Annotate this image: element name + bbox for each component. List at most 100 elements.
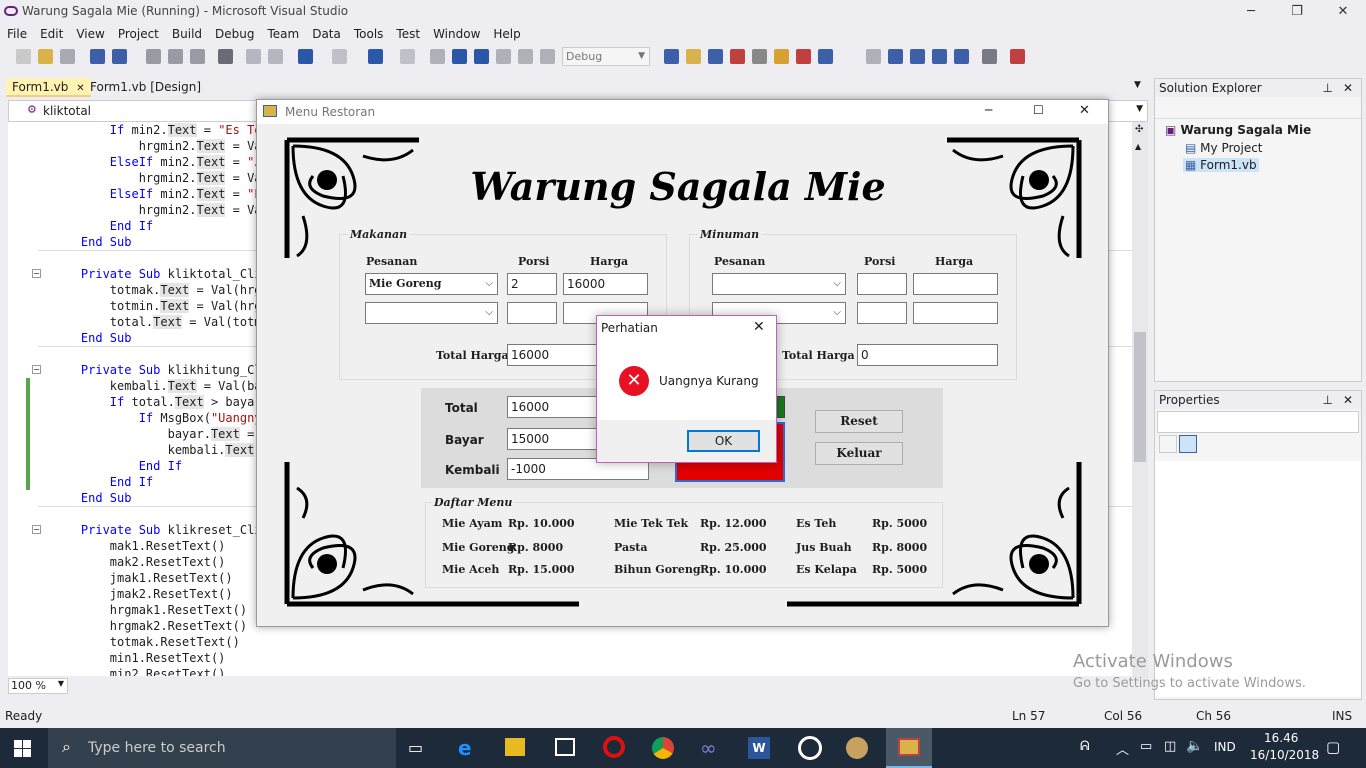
- ok-button[interactable]: OK: [687, 430, 760, 452]
- people-icon[interactable]: ᕱ: [1080, 739, 1090, 754]
- editor-scrollbar[interactable]: ✣ ▲: [1132, 122, 1148, 678]
- language-indicator[interactable]: IND: [1214, 740, 1236, 754]
- menu-data[interactable]: Data: [305, 24, 347, 43]
- layout-icon[interactable]: [910, 49, 925, 64]
- battery-icon[interactable]: ▭: [1140, 739, 1152, 754]
- object-browser-icon[interactable]: [796, 49, 811, 64]
- scroll-thumb[interactable]: [1134, 332, 1146, 462]
- continue-icon[interactable]: [430, 49, 445, 64]
- porsi-makanan-2-input[interactable]: [507, 302, 557, 324]
- makanan-2-select[interactable]: ⌵: [365, 302, 498, 324]
- pin-icon[interactable]: ⊥: [1323, 79, 1333, 97]
- cut-icon[interactable]: [146, 49, 161, 64]
- navigate-back-icon[interactable]: [368, 49, 383, 64]
- zoom-dropdown[interactable]: 100 % ▼: [8, 678, 68, 694]
- clock-date[interactable]: 16/10/2018: [1250, 748, 1319, 762]
- makanan-1-select[interactable]: Mie Goreng ⌵: [365, 273, 498, 295]
- folder-icon[interactable]: [686, 49, 701, 64]
- properties-icon[interactable]: [818, 49, 833, 64]
- porsi-minuman-1-input[interactable]: [857, 273, 907, 295]
- store-icon[interactable]: [555, 738, 575, 756]
- search-box[interactable]: ⌕ Type here to search: [48, 728, 396, 768]
- porsi-makanan-1-input[interactable]: 2: [507, 273, 557, 295]
- menu-help[interactable]: Help: [486, 24, 526, 43]
- config-dropdown[interactable]: Debug ▼: [562, 47, 650, 66]
- harga-minuman-2-input[interactable]: [913, 302, 998, 324]
- breakpoint-icon[interactable]: [1010, 49, 1025, 64]
- harga-makanan-1-input[interactable]: 16000: [563, 273, 648, 295]
- pin-icon[interactable]: ⊥: [1323, 391, 1333, 409]
- tools-icon[interactable]: [752, 49, 767, 64]
- close-icon[interactable]: ✕: [1343, 391, 1353, 409]
- task-view-icon[interactable]: ▭: [408, 738, 423, 757]
- redo-icon[interactable]: [332, 49, 347, 64]
- restore-button[interactable]: ❐: [1274, 0, 1320, 24]
- running-app-button[interactable]: [886, 728, 932, 768]
- toolbox-icon[interactable]: [730, 49, 745, 64]
- form-close-button[interactable]: ✕: [1079, 103, 1090, 118]
- network-icon[interactable]: ◫: [1164, 739, 1176, 754]
- menu-view[interactable]: View: [69, 24, 110, 43]
- class-view-icon[interactable]: [774, 49, 789, 64]
- copy-icon[interactable]: [168, 49, 183, 64]
- notification-icon[interactable]: ▢: [1326, 738, 1340, 756]
- minuman-1-select[interactable]: ⌵: [712, 273, 846, 295]
- file-explorer-icon[interactable]: [505, 738, 525, 756]
- menu-test[interactable]: Test: [389, 24, 426, 43]
- size-icon[interactable]: [932, 49, 947, 64]
- undo-icon[interactable]: [298, 49, 313, 64]
- new-project-icon[interactable]: [16, 49, 31, 64]
- menu-build[interactable]: Build: [165, 24, 208, 43]
- pause-icon[interactable]: [452, 49, 467, 64]
- uncomment-icon[interactable]: [268, 49, 283, 64]
- scroll-up-icon[interactable]: ▲: [1135, 142, 1141, 151]
- categorized-icon[interactable]: [1159, 435, 1177, 453]
- form-minimize-button[interactable]: ─: [985, 103, 992, 117]
- menu-team[interactable]: Team: [260, 24, 305, 43]
- restart-icon[interactable]: [496, 49, 511, 64]
- stop-icon[interactable]: [474, 49, 489, 64]
- close-icon[interactable]: ✕: [1343, 79, 1353, 97]
- navigate-forward-icon[interactable]: [400, 49, 415, 64]
- object-dropdown[interactable]: [1157, 411, 1359, 433]
- collapse-icon[interactable]: −: [32, 365, 41, 374]
- chevron-up-icon[interactable]: ︿: [1116, 739, 1129, 758]
- align-icon[interactable]: [866, 49, 881, 64]
- menu-tools[interactable]: Tools: [347, 24, 390, 43]
- menu-project[interactable]: Project: [111, 24, 165, 43]
- step-over-icon[interactable]: [540, 49, 555, 64]
- clock-time[interactable]: 16.46: [1264, 731, 1298, 745]
- reset-button[interactable]: Reset: [815, 410, 903, 433]
- solution-icon[interactable]: [664, 49, 679, 64]
- harga-minuman-1-input[interactable]: [913, 273, 998, 295]
- attach-icon[interactable]: [982, 49, 997, 64]
- menu-debug[interactable]: Debug: [208, 24, 260, 43]
- add-item-icon[interactable]: [60, 49, 75, 64]
- form-maximize-button[interactable]: ☐: [1033, 103, 1044, 117]
- windows-start-icon[interactable]: [14, 740, 31, 757]
- opera-icon[interactable]: [603, 736, 625, 758]
- format-icon[interactable]: [888, 49, 903, 64]
- tab-form1-vb[interactable]: Form1.vb ✕: [6, 78, 91, 97]
- volume-icon[interactable]: 🔈: [1186, 738, 1203, 754]
- chevron-down-icon[interactable]: ▼: [1136, 104, 1143, 114]
- menu-file[interactable]: File: [0, 24, 33, 43]
- chrome-icon[interactable]: [652, 737, 674, 759]
- app-icon[interactable]: [798, 736, 822, 760]
- tree-item-my-project[interactable]: ▤ My Project: [1185, 141, 1263, 155]
- collapse-icon[interactable]: −: [32, 525, 41, 534]
- porsi-minuman-2-input[interactable]: [857, 302, 907, 324]
- paint-icon[interactable]: [846, 737, 868, 759]
- open-icon[interactable]: [38, 49, 53, 64]
- word-icon[interactable]: W: [748, 737, 770, 759]
- dialog-close-button[interactable]: ✕: [753, 319, 765, 335]
- member-dropdown[interactable]: kliktotal: [43, 104, 91, 118]
- total-harga-minuman-input[interactable]: 0: [857, 344, 998, 366]
- alphabetical-icon[interactable]: [1179, 435, 1197, 453]
- menu-window[interactable]: Window: [426, 24, 486, 43]
- paste-icon[interactable]: [190, 49, 205, 64]
- step-icon[interactable]: [518, 49, 533, 64]
- edge-icon[interactable]: e: [458, 736, 472, 760]
- split-icon[interactable]: ✣: [1135, 124, 1143, 135]
- minimize-button[interactable]: ─: [1228, 0, 1274, 24]
